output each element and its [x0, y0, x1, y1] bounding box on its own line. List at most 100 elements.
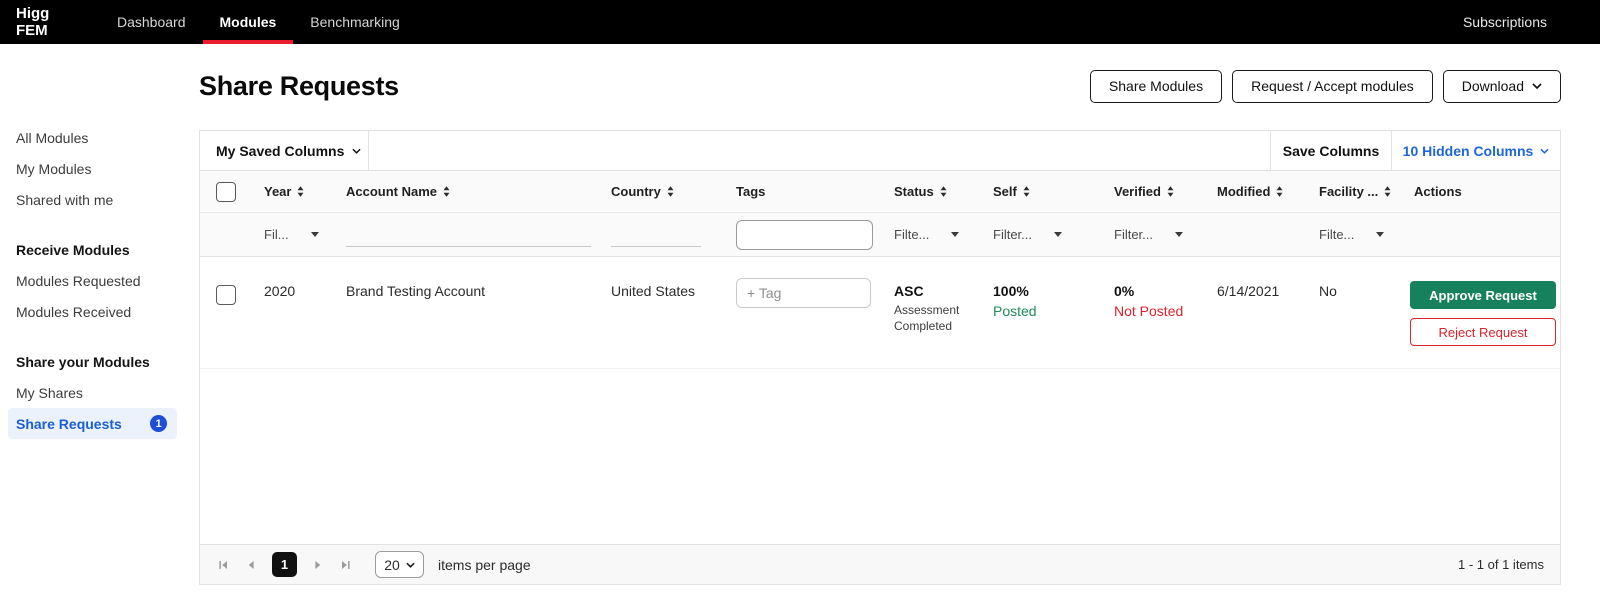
- country-filter-input[interactable]: [611, 223, 701, 247]
- verified-filter-dropdown[interactable]: Filter...: [1098, 227, 1201, 242]
- reject-request-button[interactable]: Reject Request: [1410, 318, 1556, 346]
- country-cell: United States: [595, 257, 720, 368]
- sort-icon: [1023, 186, 1030, 197]
- request-accept-modules-button[interactable]: Request / Accept modules: [1232, 70, 1433, 103]
- chevron-down-icon: [352, 148, 361, 154]
- download-button[interactable]: Download: [1443, 70, 1561, 103]
- status-cell: ASC Assessment Completed: [878, 257, 977, 368]
- select-all-checkbox[interactable]: [216, 182, 236, 202]
- column-header-year[interactable]: Year: [248, 184, 330, 199]
- sidebar-item-my-shares[interactable]: My Shares: [0, 377, 185, 408]
- status-header-label: Status: [894, 184, 934, 199]
- nav-subscriptions-label: Subscriptions: [1463, 14, 1547, 30]
- column-header-status[interactable]: Status: [878, 184, 977, 199]
- sidebar-item-all-modules[interactable]: All Modules: [0, 122, 185, 153]
- status-code: ASC: [894, 283, 924, 299]
- nav-dashboard[interactable]: Dashboard: [100, 0, 203, 44]
- column-header-self[interactable]: Self: [977, 184, 1098, 199]
- column-header-account-name[interactable]: Account Name: [330, 184, 595, 199]
- chevron-down-icon: [406, 562, 415, 568]
- chevron-down-icon: [1532, 83, 1542, 89]
- nav-subscriptions[interactable]: Subscriptions: [1463, 0, 1600, 44]
- page-size-select[interactable]: 20: [375, 551, 424, 578]
- request-accept-label: Request / Accept modules: [1251, 78, 1414, 94]
- sidebar-item-share-requests[interactable]: Share Requests 1: [8, 408, 177, 439]
- previous-page-icon[interactable]: [244, 558, 258, 572]
- sort-icon: [297, 186, 304, 197]
- next-page-icon[interactable]: [311, 558, 325, 572]
- sort-icon: [1167, 186, 1174, 197]
- sort-icon: [1276, 186, 1283, 197]
- my-saved-columns-label: My Saved Columns: [216, 143, 344, 159]
- column-header-country[interactable]: Country: [595, 184, 720, 199]
- add-tag-input[interactable]: [736, 278, 871, 308]
- page-size-value: 20: [384, 557, 400, 573]
- active-tab-underline: [203, 40, 294, 44]
- column-header-modified[interactable]: Modified: [1201, 184, 1303, 199]
- app-logo[interactable]: Higg FEM: [0, 0, 100, 44]
- year-filter-dropdown[interactable]: Fil...: [248, 227, 330, 242]
- tags-header-label: Tags: [736, 184, 765, 199]
- verified-filter-label: Filter...: [1114, 227, 1153, 242]
- nav-modules-label: Modules: [220, 14, 277, 30]
- tags-filter-input[interactable]: [736, 220, 873, 250]
- top-navigation-bar: Higg FEM Dashboard Modules Benchmarking …: [0, 0, 1600, 44]
- sort-icon: [667, 186, 674, 197]
- column-header-actions: Actions: [1398, 184, 1560, 199]
- toolbar-spacer: [369, 131, 1270, 170]
- facility-cell: No: [1303, 257, 1398, 368]
- nav-modules[interactable]: Modules: [203, 0, 294, 44]
- column-header-facility[interactable]: Facility ...: [1303, 184, 1398, 199]
- nav-benchmarking-label: Benchmarking: [310, 14, 400, 30]
- sidebar-item-share-requests-label: Share Requests: [16, 416, 122, 432]
- download-label: Download: [1462, 78, 1524, 94]
- share-modules-label: Share Modules: [1109, 78, 1203, 94]
- row-checkbox[interactable]: [216, 285, 236, 305]
- approve-request-button[interactable]: Approve Request: [1410, 281, 1556, 309]
- my-saved-columns-dropdown[interactable]: My Saved Columns: [200, 131, 369, 170]
- actions-cell: Approve Request Reject Request: [1398, 257, 1560, 368]
- first-page-icon[interactable]: [216, 558, 230, 572]
- empty-table-area: [200, 369, 1560, 544]
- save-columns-button[interactable]: Save Columns: [1270, 131, 1391, 170]
- verified-percent: 0%: [1114, 283, 1134, 299]
- account-name-filter-input[interactable]: [346, 223, 591, 247]
- modified-header-label: Modified: [1217, 184, 1270, 199]
- last-page-icon[interactable]: [339, 558, 353, 572]
- self-percent: 100%: [993, 283, 1029, 299]
- caret-down-icon: [1175, 232, 1183, 237]
- self-cell: 100% Posted: [977, 257, 1098, 368]
- grid-toolbar: My Saved Columns Save Columns 10 Hidden …: [200, 131, 1560, 171]
- sidebar-item-modules-requested[interactable]: Modules Requested: [0, 265, 185, 296]
- self-filter-label: Filter...: [993, 227, 1032, 242]
- sidebar-item-modules-received[interactable]: Modules Received: [0, 296, 185, 327]
- pagination-range-label: 1 - 1 of 1 items: [1458, 557, 1544, 572]
- share-requests-count-badge: 1: [150, 415, 167, 432]
- sidebar-item-shared-with-me[interactable]: Shared with me: [0, 184, 185, 215]
- actions-header-label: Actions: [1414, 184, 1462, 199]
- share-modules-button[interactable]: Share Modules: [1090, 70, 1222, 103]
- self-filter-dropdown[interactable]: Filter...: [977, 227, 1098, 242]
- page-title: Share Requests: [199, 71, 399, 102]
- sidebar-item-my-modules[interactable]: My Modules: [0, 153, 185, 184]
- status-filter-dropdown[interactable]: Filte...: [878, 227, 977, 242]
- save-columns-label: Save Columns: [1283, 143, 1379, 159]
- caret-down-icon: [1054, 232, 1062, 237]
- table-header-row: Year Account Name Country Tags Status Se…: [200, 171, 1560, 213]
- self-header-label: Self: [993, 184, 1017, 199]
- pagination-bar: 1 20 items per page 1 - 1 of 1 items: [200, 544, 1560, 584]
- year-filter-label: Fil...: [264, 227, 289, 242]
- sidebar-section-share-your-modules: Share your Modules: [0, 346, 185, 377]
- facility-filter-label: Filte...: [1319, 227, 1354, 242]
- verified-header-label: Verified: [1114, 184, 1161, 199]
- modified-cell: 6/14/2021: [1201, 257, 1303, 368]
- status-detail: Assessment Completed: [894, 302, 977, 334]
- year-header-label: Year: [264, 184, 291, 199]
- column-header-verified[interactable]: Verified: [1098, 184, 1201, 199]
- current-page-button[interactable]: 1: [272, 552, 297, 577]
- facility-filter-dropdown[interactable]: Filte...: [1303, 227, 1398, 242]
- verified-posted-state: Not Posted: [1114, 303, 1201, 319]
- nav-benchmarking[interactable]: Benchmarking: [293, 0, 417, 44]
- hidden-columns-label: 10 Hidden Columns: [1403, 143, 1534, 159]
- hidden-columns-dropdown[interactable]: 10 Hidden Columns: [1391, 131, 1560, 170]
